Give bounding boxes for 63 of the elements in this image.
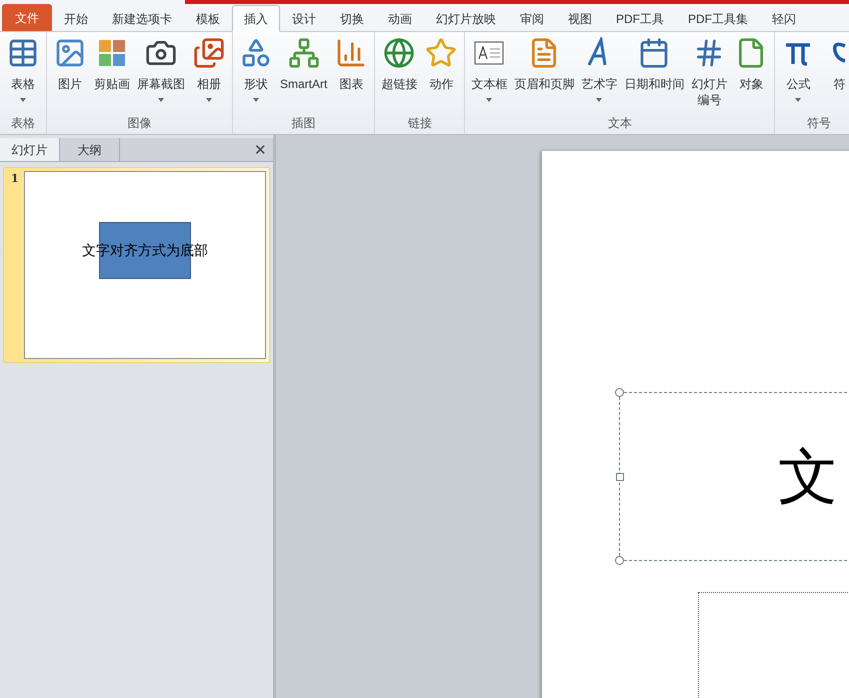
ribbon-button[interactable]: 日期和时间 bbox=[621, 36, 688, 114]
caret-icon bbox=[795, 98, 802, 102]
group-label: 符号 bbox=[806, 115, 831, 132]
ribbon-button[interactable]: 屏幕截图 bbox=[134, 36, 188, 114]
caret-icon bbox=[596, 98, 602, 102]
group-label: 链接 bbox=[408, 115, 432, 132]
clipart-icon bbox=[96, 37, 128, 69]
ribbon-button[interactable]: 艺术字 bbox=[578, 36, 620, 114]
bar-chart-icon bbox=[335, 37, 368, 69]
globe-icon bbox=[383, 37, 416, 69]
group-label: 插图 bbox=[292, 115, 316, 132]
ribbon-button[interactable]: SmartArt bbox=[277, 36, 330, 114]
ribbon-button[interactable]: 图片 bbox=[50, 36, 90, 114]
ribbon-button[interactable]: 动作 bbox=[421, 36, 462, 114]
caret-icon bbox=[158, 98, 164, 102]
ribbon-button[interactable]: 对象 bbox=[731, 36, 772, 114]
ribbon-tab[interactable]: 动画 bbox=[376, 5, 424, 32]
caret-icon bbox=[20, 98, 26, 102]
ribbon-button[interactable]: 超链接 bbox=[378, 36, 420, 114]
ribbon-button[interactable]: 文本框 bbox=[468, 36, 510, 114]
group-label: 表格 bbox=[11, 115, 35, 132]
close-button[interactable]: ✕ bbox=[254, 140, 267, 162]
table-icon bbox=[7, 37, 39, 69]
ribbon-tab[interactable]: 视图 bbox=[556, 5, 604, 32]
group-label: 图像 bbox=[128, 115, 152, 132]
ribbon-button[interactable]: 公式 bbox=[778, 36, 818, 114]
ribbon-button[interactable]: 表格 bbox=[3, 36, 43, 114]
ribbon-button[interactable]: 相册 bbox=[189, 36, 229, 114]
photo-album-icon bbox=[193, 37, 225, 69]
ribbon-tab[interactable]: PDF工具集 bbox=[676, 5, 760, 32]
ribbon-button[interactable]: 页眉和页脚 bbox=[511, 36, 578, 114]
ribbon-tab[interactable]: 审阅 bbox=[508, 5, 556, 32]
panel-tab[interactable]: 大纲 bbox=[60, 138, 120, 161]
ribbon-button[interactable]: 形状 bbox=[236, 36, 276, 114]
ribbon-tab[interactable]: 新建选项卡 bbox=[100, 5, 184, 32]
caret-icon bbox=[253, 98, 259, 102]
ribbon-tab[interactable]: 开始 bbox=[52, 5, 100, 32]
picture-icon bbox=[54, 37, 86, 69]
resize-handle[interactable] bbox=[615, 556, 624, 565]
ribbon-button[interactable]: 符 bbox=[819, 36, 849, 114]
ribbon-button[interactable]: 剪贴画 bbox=[91, 36, 133, 114]
caret-icon bbox=[206, 98, 212, 102]
title-text: 文 bbox=[778, 446, 838, 506]
ribbon-tab[interactable]: 设计 bbox=[280, 5, 328, 32]
ribbon-button[interactable]: 图表 bbox=[331, 36, 372, 114]
resize-handle[interactable] bbox=[616, 473, 624, 481]
ribbon-button[interactable]: 幻灯片编号 bbox=[688, 36, 730, 114]
caret-icon bbox=[486, 98, 492, 102]
calendar-icon bbox=[638, 37, 670, 69]
shapes-icon bbox=[240, 37, 272, 69]
ribbon-tab[interactable]: 切换 bbox=[328, 5, 376, 32]
ribbon-tab[interactable]: 插入 bbox=[232, 5, 280, 32]
file-tab[interactable]: 文件 bbox=[2, 4, 52, 31]
resize-handle[interactable] bbox=[615, 388, 624, 397]
ribbon-tab[interactable]: PDF工具 bbox=[604, 5, 676, 32]
group-label: 文本 bbox=[608, 115, 632, 132]
ribbon-tab[interactable]: 幻灯片放映 bbox=[424, 5, 508, 32]
slide-number: 1 bbox=[10, 171, 20, 187]
ribbon-tab[interactable]: 轻闪 bbox=[760, 5, 808, 32]
panel-tab[interactable]: 幻灯片 bbox=[0, 138, 60, 161]
ribbon-tab[interactable]: 模板 bbox=[184, 5, 232, 32]
smartart-icon bbox=[288, 37, 320, 69]
star-icon bbox=[425, 37, 458, 69]
